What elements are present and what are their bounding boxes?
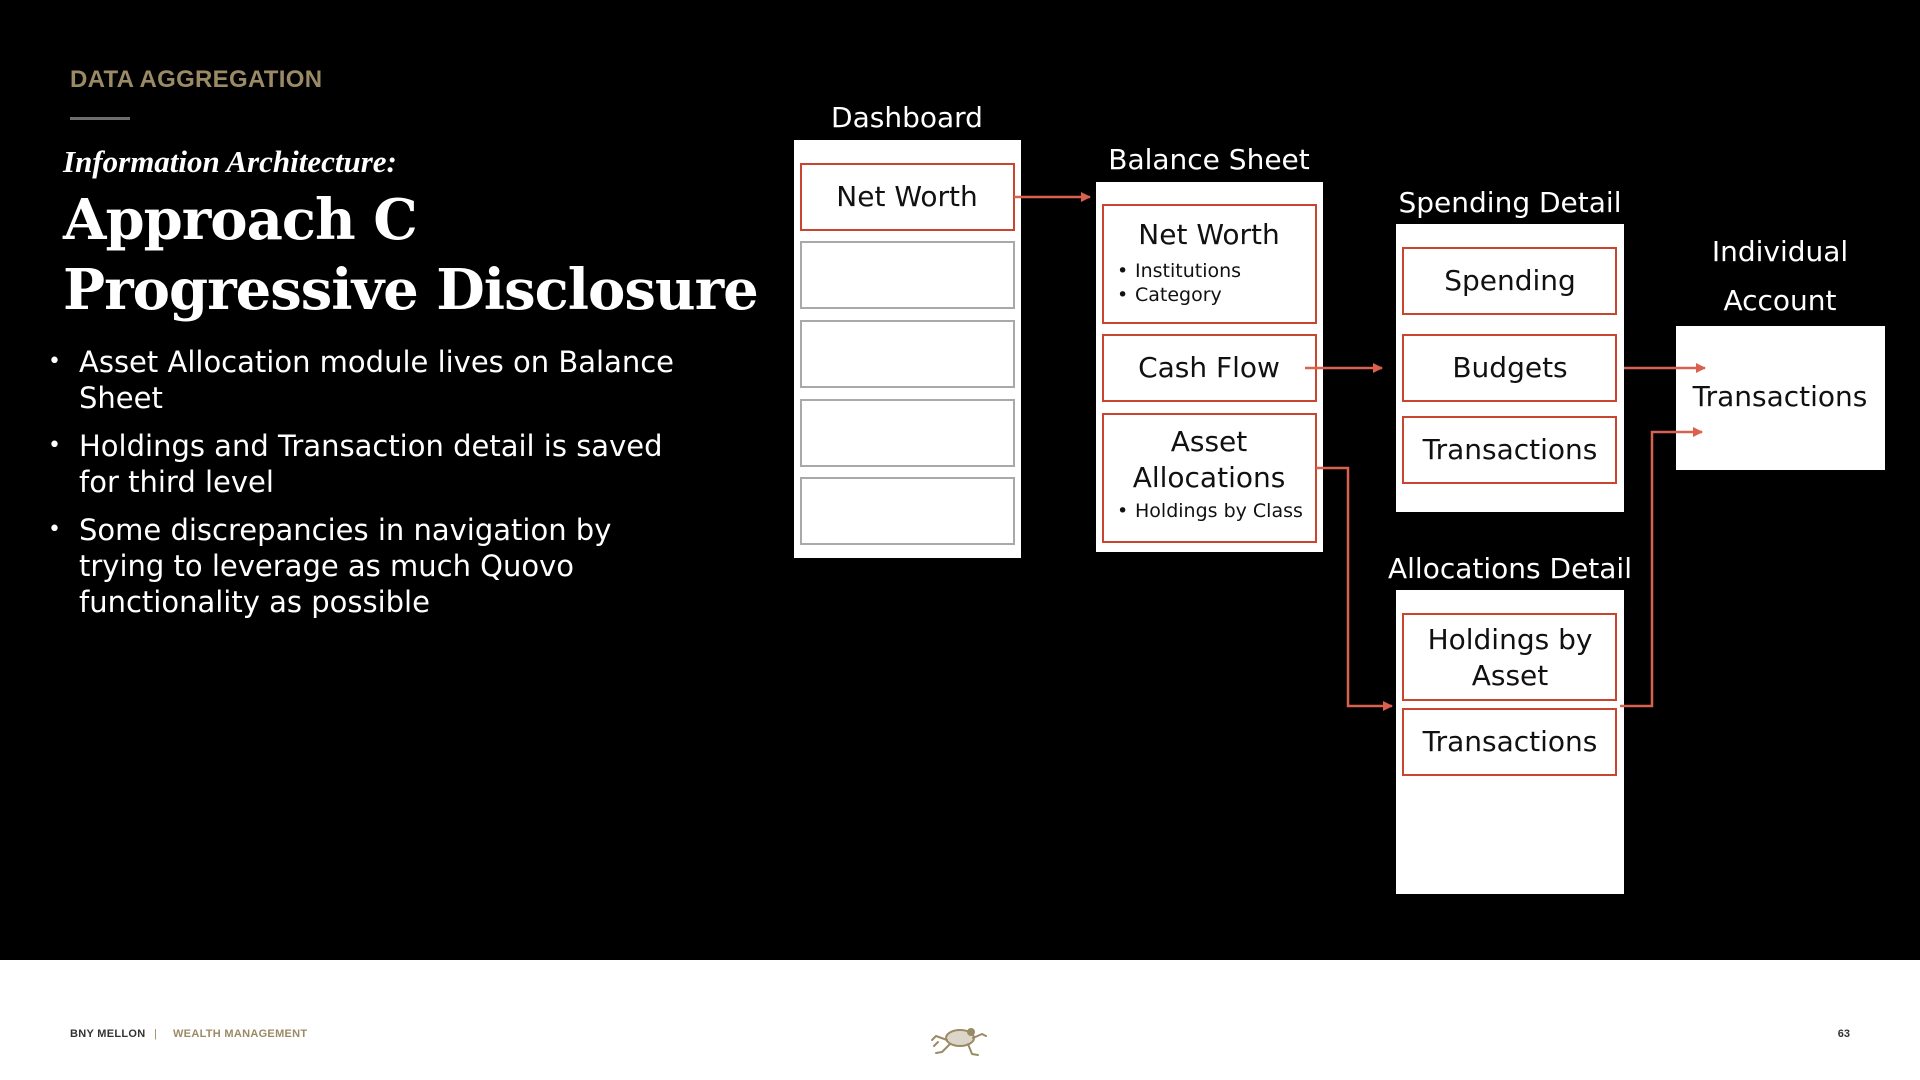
holdings-by-asset-label-line2: Asset bbox=[1472, 659, 1549, 692]
footer-division: WEALTH MANAGEMENT bbox=[173, 1028, 308, 1040]
frog-logo-icon bbox=[931, 1028, 987, 1056]
arrow-holdings-to-individual-account bbox=[1620, 427, 1703, 708]
balance-net-worth-sub-bullet: • bbox=[1117, 260, 1128, 282]
allocations-detail-label: Allocations Detail bbox=[1388, 552, 1632, 585]
page-number: 63 bbox=[1837, 1028, 1850, 1040]
spending-transactions-label: Transactions bbox=[1422, 433, 1598, 466]
balance-net-worth-sub-item: Category bbox=[1135, 284, 1222, 306]
balance-net-worth-label: Net Worth bbox=[1138, 218, 1279, 251]
balance-net-worth-sub-bullet: • bbox=[1117, 284, 1128, 306]
budgets-label: Budgets bbox=[1452, 351, 1567, 384]
dashboard-empty-slot bbox=[800, 477, 1015, 545]
dashboard-empty-slot bbox=[800, 320, 1015, 388]
balance-sheet-label: Balance Sheet bbox=[1108, 143, 1310, 176]
navigation-flow-diagram: Dashboard Net Worth Balance Sheet Net Wo… bbox=[794, 101, 1885, 894]
individual-account-label-line2: Account bbox=[1723, 284, 1836, 317]
holdings-by-asset-label-line1: Holdings by bbox=[1428, 623, 1593, 656]
footer-brand: BNY MELLON bbox=[70, 1028, 146, 1040]
dashboard-empty-slot bbox=[800, 241, 1015, 309]
balance-net-worth-sub-item: Institutions bbox=[1135, 260, 1241, 282]
spending-label: Spending bbox=[1444, 264, 1576, 297]
asset-allocations-sub-bullet: • bbox=[1117, 500, 1128, 522]
individual-account-transactions-label: Transactions bbox=[1692, 380, 1868, 413]
allocations-transactions-label: Transactions bbox=[1422, 725, 1598, 758]
dashboard-net-worth-label: Net Worth bbox=[836, 180, 977, 213]
footer-separator: | bbox=[154, 1028, 158, 1040]
dashboard-empty-slot bbox=[800, 399, 1015, 467]
dashboard-label: Dashboard bbox=[831, 101, 983, 134]
spending-detail-label: Spending Detail bbox=[1399, 186, 1622, 219]
cash-flow-label: Cash Flow bbox=[1138, 351, 1280, 384]
asset-allocations-sub-item: Holdings by Class bbox=[1135, 500, 1303, 522]
individual-account-label-line1: Individual bbox=[1712, 235, 1848, 268]
asset-allocations-label-line1: Asset bbox=[1171, 425, 1248, 458]
arrow-asset-allocations-to-allocations-detail bbox=[1316, 466, 1393, 711]
asset-allocations-label-line2: Allocations bbox=[1133, 461, 1286, 494]
